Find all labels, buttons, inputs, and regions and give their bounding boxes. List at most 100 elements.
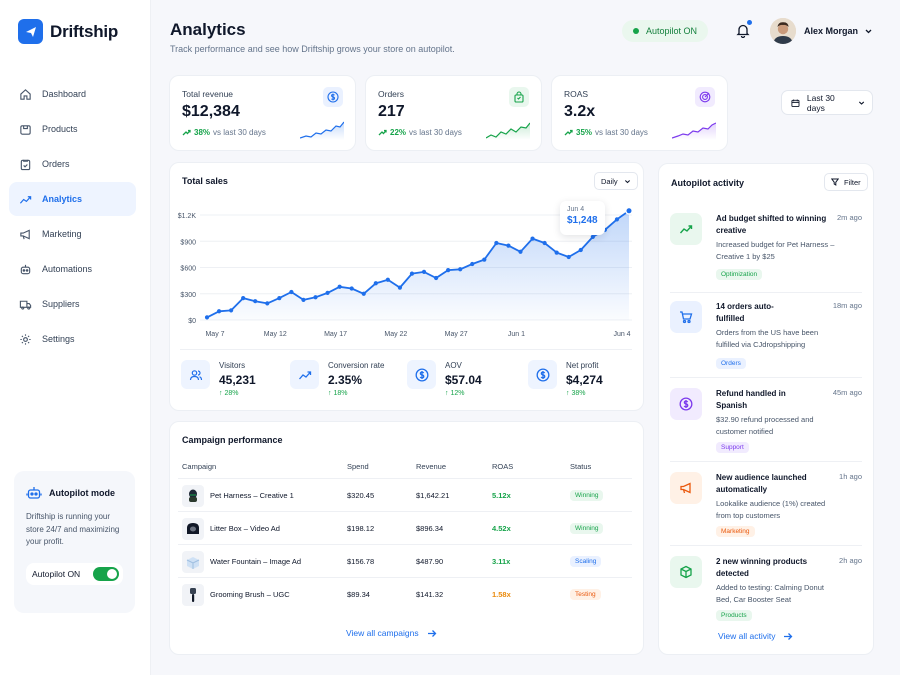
total-sales-title: Total sales <box>182 176 228 186</box>
divider <box>180 349 632 350</box>
sidebar-item-settings[interactable]: Settings <box>9 322 136 356</box>
activity-tag: Support <box>716 442 749 453</box>
sidebar-item-orders[interactable]: Orders <box>9 147 136 181</box>
activity-tag: Marketing <box>716 526 755 537</box>
activity-time: 45m ago <box>832 388 862 397</box>
activity-item[interactable]: Refund handled in Spanish 45m ago $32.90… <box>670 388 862 454</box>
view-all-campaigns-link[interactable]: View all campaigns <box>346 628 437 638</box>
sidebar-nav: Dashboard Products Orders Analytics Mark… <box>9 77 136 357</box>
autopilot-description: Driftship is running your store 24/7 and… <box>26 512 120 546</box>
target-icon <box>695 87 715 107</box>
box-icon <box>20 124 31 135</box>
chevron-down-icon <box>858 101 865 105</box>
stat-delta: ↑ 38% <box>566 390 586 397</box>
bell-icon[interactable] <box>736 23 750 38</box>
sidebar-item-marketing[interactable]: Marketing <box>9 217 136 251</box>
activity-item[interactable]: Ad budget shifted to winning creative 2m… <box>670 213 862 283</box>
notification-dot <box>747 20 752 25</box>
column-header-revenue[interactable]: Revenue <box>416 462 446 471</box>
autopilot-toggle[interactable] <box>93 566 119 581</box>
kpi-compare: vs last 30 days <box>409 128 462 137</box>
column-header-status[interactable]: Status <box>570 462 591 471</box>
sidebar: Driftship Dashboard Products Orders Anal… <box>0 0 151 675</box>
cube-icon <box>670 556 702 588</box>
stat-label: Conversion rate <box>328 361 385 370</box>
sidebar-item-automations[interactable]: Automations <box>9 252 136 286</box>
granularity-select[interactable]: Daily <box>594 172 638 190</box>
activity-item[interactable]: 14 orders auto-fulfilled 18m ago Orders … <box>670 301 862 371</box>
sidebar-item-label: Products <box>42 124 78 134</box>
page-subtitle: Track performance and see how Driftship … <box>170 44 455 54</box>
table-row[interactable]: Pet Harness – Creative 1 $320.45 $1,642.… <box>178 478 632 511</box>
autopilot-title: Autopilot mode <box>49 488 115 498</box>
sidebar-item-label: Automations <box>42 264 93 274</box>
view-all-activity-link[interactable]: View all activity <box>718 631 793 641</box>
activity-description: $32.90 refund processed and customer not… <box>716 415 814 436</box>
sidebar-item-suppliers[interactable]: Suppliers <box>9 287 136 321</box>
stat-value: $4,274 <box>566 373 603 387</box>
trend-icon <box>19 195 32 204</box>
status-badge: Winning <box>570 523 604 534</box>
date-range-select[interactable]: Last 30 days <box>781 90 873 115</box>
activity-title: Refund handled in Spanish <box>716 389 786 410</box>
autopilot-status-pill[interactable]: Autopilot ON <box>622 20 708 42</box>
autopilot-mode-card: Autopilot mode Driftship is running your… <box>14 471 135 613</box>
kpi-trend: 22% vs last 30 days <box>378 128 462 137</box>
trend-icon <box>670 213 702 245</box>
robot-icon <box>26 487 42 499</box>
arrow-up-right-icon <box>564 129 573 136</box>
avatar[interactable] <box>770 18 796 44</box>
dollar-icon <box>407 360 436 389</box>
activity-item[interactable]: New audience launched automatically 1h a… <box>670 472 862 538</box>
stat-delta-value: 12% <box>450 390 465 397</box>
logo[interactable]: Driftship <box>18 19 118 44</box>
campaign-revenue: $896.34 <box>416 524 444 533</box>
calendar-icon <box>791 98 800 107</box>
stat-value: 45,231 <box>219 373 256 387</box>
activity-title: 2 new winning products detected <box>716 557 808 578</box>
chart-tooltip: Jun 4 $1,248 <box>560 201 605 235</box>
table-row[interactable]: Water Fountain – Image Ad $156.78 $487.9… <box>178 544 632 577</box>
sidebar-item-dashboard[interactable]: Dashboard <box>9 77 136 111</box>
sidebar-item-products[interactable]: Products <box>9 112 136 146</box>
chevron-down-icon[interactable] <box>864 27 873 36</box>
megaphone-icon <box>20 228 30 240</box>
kpi-trend: 38% vs last 30 days <box>182 128 266 137</box>
kpi-delta: 38% <box>194 128 211 137</box>
filter-label: Filter <box>844 177 861 187</box>
table-row[interactable]: Grooming Brush – UGC $89.34 $141.32 1.58… <box>178 577 632 610</box>
stat-delta: ↑ 28% <box>219 390 239 397</box>
sidebar-item-analytics[interactable]: Analytics <box>9 182 136 216</box>
cart-icon <box>670 301 702 333</box>
activity-time: 2m ago <box>836 213 862 222</box>
activity-item[interactable]: 2 new winning products detected 2h ago A… <box>670 556 862 622</box>
app-name: Driftship <box>50 21 119 41</box>
kpi-card-revenue: Total revenue $12,384 38% vs last 30 day… <box>169 75 356 151</box>
column-header-roas[interactable]: ROAS <box>492 462 513 471</box>
campaign-roas: 3.11x <box>492 557 511 566</box>
kpi-card-roas: ROAS 3.2x 35% vs last 30 days <box>551 75 728 151</box>
stat-label: Visitors <box>219 361 246 370</box>
column-header-spend[interactable]: Spend <box>347 462 369 471</box>
activity-time: 18m ago <box>832 301 862 310</box>
divider <box>670 292 862 293</box>
sidebar-item-label: Settings <box>42 334 75 344</box>
kpi-card-orders: Orders 217 22% vs last 30 days <box>365 75 542 151</box>
column-header-campaign[interactable]: Campaign <box>182 462 216 471</box>
campaign-spend: $89.34 <box>347 590 370 599</box>
page-title: Analytics <box>170 20 246 39</box>
user-name[interactable]: Alex Morgan <box>804 26 858 36</box>
activity-time: 1h ago <box>839 472 862 481</box>
activity-description: Increased budget for Pet Harness – Creat… <box>716 240 835 261</box>
granularity-label: Daily <box>601 176 618 186</box>
kpi-delta: 22% <box>390 128 407 137</box>
arrow-right-icon <box>784 632 793 640</box>
table-row[interactable]: Litter Box – Video Ad $198.12 $896.34 4.… <box>178 511 632 544</box>
campaign-roas: 1.58x <box>492 590 511 599</box>
stat-delta-value: 18% <box>333 390 348 397</box>
dollar-icon <box>323 87 343 107</box>
campaign-revenue: $487.90 <box>416 557 444 566</box>
status-badge: Winning <box>570 490 604 501</box>
filter-button[interactable]: Filter <box>824 173 868 191</box>
autopilot-toggle-row: Autopilot ON <box>26 562 123 585</box>
